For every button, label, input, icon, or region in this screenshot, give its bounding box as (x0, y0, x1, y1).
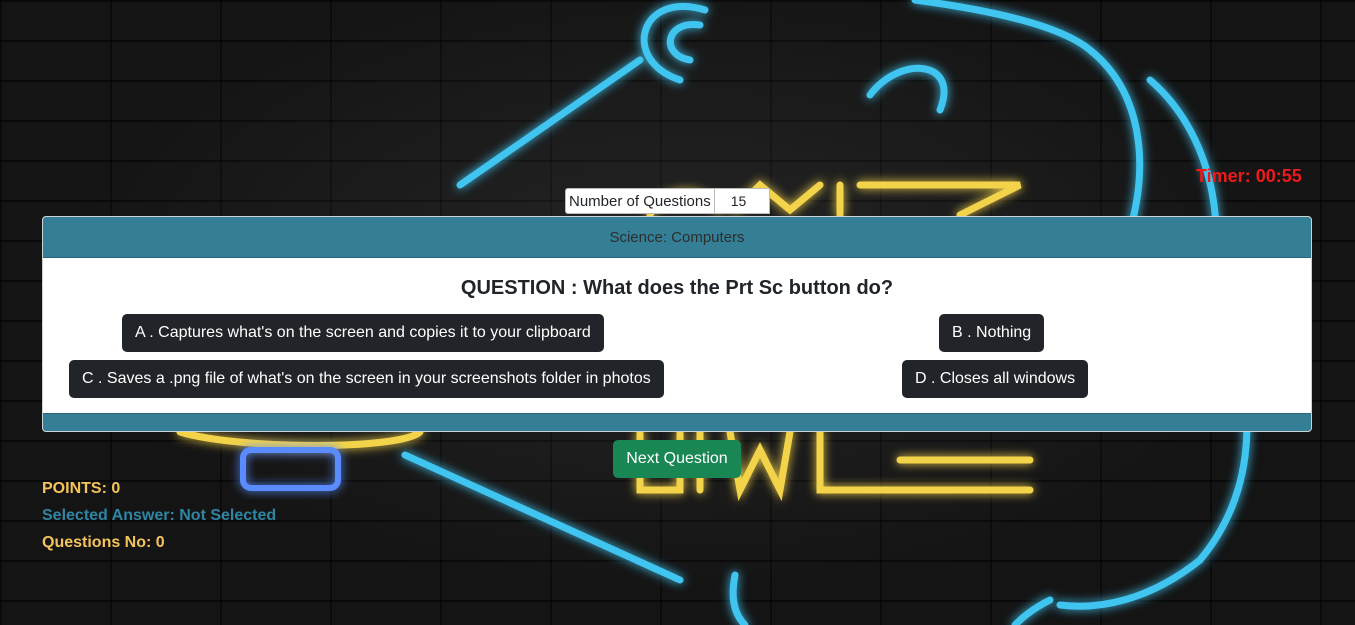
quiz-card: Science: Computers QUESTION : What does … (42, 216, 1312, 432)
questions-number-label: Questions No: (42, 534, 152, 551)
category-label: Science: Computers (609, 228, 745, 246)
quiz-stats: POINTS: 0 Selected Answer: Not Selected … (42, 478, 276, 559)
option-text: Nothing (976, 324, 1032, 341)
questions-number-stat: Questions No: 0 (42, 532, 276, 559)
option-letter: A . (135, 324, 154, 341)
answer-option-a[interactable]: A . Captures what's on the screen and co… (122, 314, 604, 352)
next-question-button[interactable]: Next Question (613, 440, 741, 478)
answer-option-d[interactable]: D . Closes all windows (902, 360, 1089, 398)
points-value: 0 (111, 480, 121, 497)
option-letter: D . (915, 370, 936, 387)
points-stat: POINTS: 0 (42, 478, 276, 505)
points-label: POINTS: (42, 480, 107, 497)
option-letter: B . (952, 324, 972, 341)
timer-label: Timer: (1196, 166, 1251, 186)
answer-option-c[interactable]: C . Saves a .png file of what's on the s… (69, 360, 664, 398)
question-prefix: QUESTION : (460, 277, 578, 299)
option-text: Closes all windows (939, 370, 1076, 387)
timer-value: 00:55 (1255, 166, 1302, 186)
selected-answer-stat: Selected Answer: Not Selected (42, 505, 276, 532)
category-header: Science: Computers (43, 217, 1311, 258)
selected-answer-value: Not Selected (179, 507, 277, 524)
questions-number-value: 0 (155, 534, 165, 551)
timer: Timer: 00:55 (1196, 166, 1302, 187)
number-of-questions-label: Number of Questions (565, 188, 714, 214)
number-of-questions-control: Number of Questions (565, 188, 770, 214)
question: QUESTION : What does the Prt Sc button d… (43, 277, 1311, 300)
number-of-questions-input[interactable] (713, 188, 770, 214)
question-text: What does the Prt Sc button do? (583, 277, 894, 299)
selected-answer-label: Selected Answer: (42, 507, 175, 524)
answer-option-b[interactable]: B . Nothing (939, 314, 1045, 352)
card-footer (43, 413, 1311, 431)
option-text: Saves a .png file of what's on the scree… (106, 370, 651, 387)
option-text: Captures what's on the screen and copies… (158, 324, 591, 341)
option-letter: C . (82, 370, 103, 387)
